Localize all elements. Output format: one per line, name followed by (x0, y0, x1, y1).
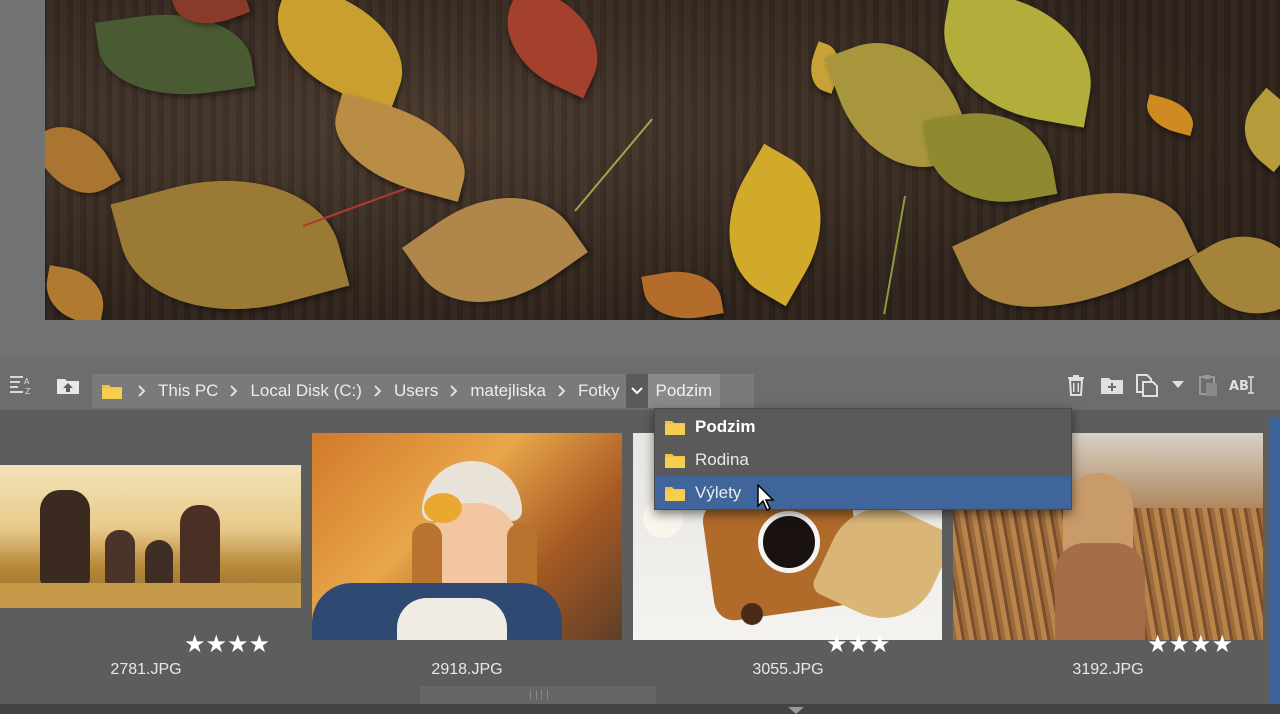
scrollbar-grip[interactable] (530, 690, 548, 700)
rating-stars[interactable]: ★★★★ (1147, 630, 1233, 658)
svg-text:A: A (24, 377, 30, 386)
chevron-down-icon[interactable] (625, 374, 648, 408)
folder-icon (655, 451, 695, 469)
rename-icon[interactable]: AB (1228, 371, 1256, 399)
parent-folder-icon[interactable] (54, 371, 82, 399)
folder-icon (92, 374, 132, 408)
new-folder-icon[interactable] (1098, 371, 1126, 399)
breadcrumb-segment-local-disk[interactable]: Local Disk (C:) (244, 374, 367, 408)
breadcrumb-segment-fotky[interactable]: Fotky (572, 374, 626, 408)
collapse-arrow-icon[interactable] (788, 707, 804, 714)
chevron-down-icon[interactable] (1164, 371, 1192, 399)
breadcrumb-segment-user[interactable]: matejliska (464, 374, 552, 408)
dropdown-item-rodina[interactable]: Rodina (655, 443, 1071, 476)
copy-icon[interactable] (1134, 371, 1162, 399)
preview-image[interactable] (45, 0, 1280, 320)
breadcrumb: This PC Local Disk (C:) Users matejliska… (92, 374, 754, 408)
dropdown-item-vylety[interactable]: Výlety (655, 476, 1071, 509)
dropdown-item-podzim[interactable]: Podzim (655, 410, 1071, 443)
mouse-cursor-icon (757, 483, 777, 517)
thumbnail-image[interactable] (312, 433, 622, 640)
breadcrumb-current[interactable]: Podzim (647, 374, 721, 408)
thumbnail-image[interactable] (0, 465, 301, 608)
thumbnail-filename: 2918.JPG (431, 661, 503, 678)
preview-area (0, 0, 1280, 356)
rating-stars[interactable]: ★★★ (826, 630, 891, 658)
chevron-right-icon[interactable] (132, 374, 152, 408)
chevron-right-icon[interactable] (552, 374, 572, 408)
paste-icon[interactable] (1194, 371, 1222, 399)
dropdown-item-label: Výlety (695, 482, 742, 502)
rating-stars[interactable]: ★★★★ (184, 630, 270, 658)
svg-text:Z: Z (25, 387, 31, 396)
folder-icon (655, 484, 695, 502)
dropdown-item-label: Rodina (695, 449, 749, 469)
thumbnail-filename: 2781.JPG (110, 661, 182, 678)
folder-dropdown: Podzim Rodina Výlety (654, 408, 1072, 510)
delete-icon[interactable] (1062, 371, 1090, 399)
thumbnail-filename: 3192.JPG (1072, 661, 1144, 678)
dropdown-item-label: Podzim (695, 416, 756, 436)
folder-icon (655, 418, 695, 436)
chevron-right-icon[interactable] (224, 374, 244, 408)
breadcrumb-segment-users[interactable]: Users (388, 374, 444, 408)
bottom-bar (0, 704, 1280, 714)
breadcrumb-segment-this-pc[interactable]: This PC (152, 374, 224, 408)
sort-icon[interactable]: A Z (7, 371, 35, 399)
thumbnail-filename: 3055.JPG (752, 661, 824, 678)
chevron-right-icon[interactable] (368, 374, 388, 408)
chevron-right-icon[interactable] (444, 374, 464, 408)
svg-text:AB: AB (1229, 379, 1249, 394)
next-thumbnail-edge[interactable] (1270, 418, 1280, 708)
